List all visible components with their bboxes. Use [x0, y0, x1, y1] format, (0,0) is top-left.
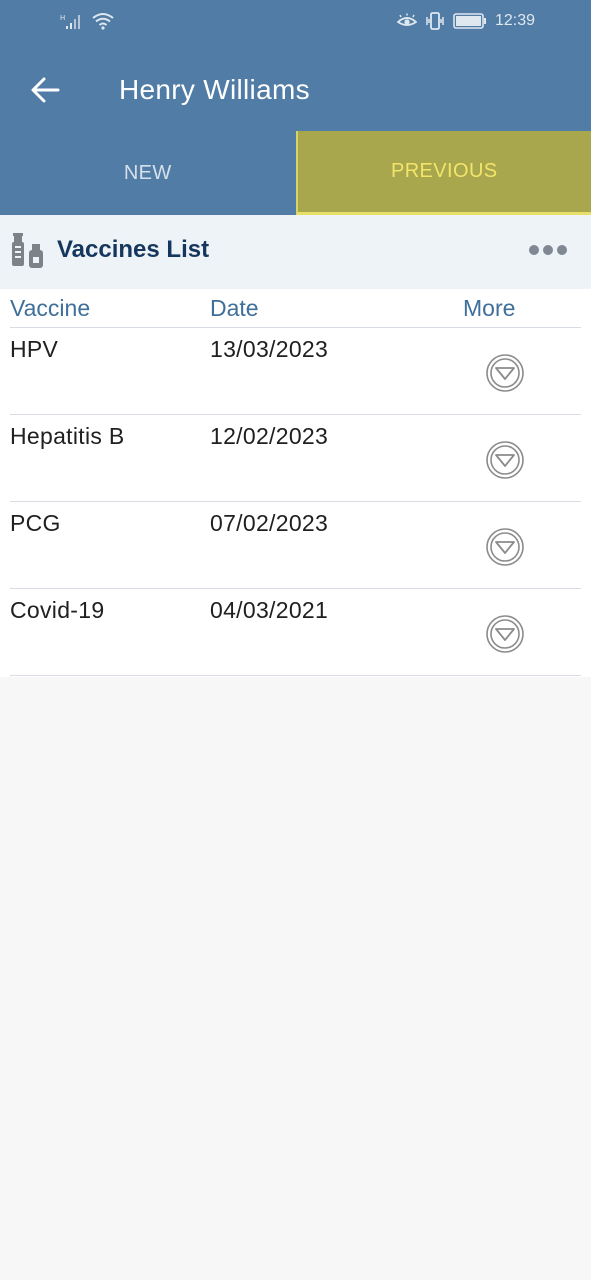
vaccine-name: PCG: [10, 510, 61, 536]
battery-icon: [453, 13, 486, 29]
more-options-icon[interactable]: [527, 240, 569, 260]
vaccine-name: Covid-19: [10, 597, 105, 623]
status-right: 12:39: [396, 12, 535, 30]
back-button[interactable]: [26, 70, 66, 110]
column-header-vaccine: Vaccine: [10, 295, 91, 321]
page-title: Henry Williams: [119, 74, 310, 105]
expand-down-icon[interactable]: [485, 440, 525, 480]
table-header: Vaccine Date More: [10, 289, 581, 328]
vaccine-date: 07/02/2023: [210, 510, 329, 536]
expand-down-icon[interactable]: [485, 614, 525, 654]
vibrate-icon: [426, 12, 444, 30]
vaccine-name: Hepatitis B: [10, 423, 125, 449]
tab-previous[interactable]: PREVIOUS: [295, 131, 591, 215]
vaccine-icon: [12, 233, 43, 268]
vaccines-list-header: Vaccines List: [0, 215, 591, 289]
vaccines-list: Vaccine Date More HPV 13/03/2023 Hepatit…: [0, 289, 591, 677]
vaccine-name: HPV: [10, 336, 59, 362]
table-row: Covid-19 04/03/2021: [10, 589, 581, 676]
column-header-more: More: [463, 295, 516, 321]
tab-new[interactable]: NEW: [0, 131, 296, 215]
tab-bar: NEW PREVIOUS: [0, 131, 591, 215]
table-row: HPV 13/03/2023: [10, 328, 581, 415]
table-row: Hepatitis B 12/02/2023: [10, 415, 581, 502]
expand-down-icon[interactable]: [485, 353, 525, 393]
signal-icon: H: [60, 14, 80, 29]
vaccines-list-title: Vaccines List: [57, 236, 210, 263]
vaccine-date: 12/02/2023: [210, 423, 329, 449]
svg-text:H: H: [60, 14, 65, 22]
status-left: H: [60, 12, 115, 30]
vaccine-date: 04/03/2021: [210, 597, 329, 623]
eye-icon: [396, 13, 417, 26]
vaccines-table: Vaccine Date More HPV 13/03/2023 Hepatit…: [10, 289, 581, 676]
status-bar: H 12:39: [0, 0, 591, 44]
wifi-icon: [92, 13, 114, 30]
expand-down-icon[interactable]: [485, 527, 525, 567]
back-arrow-icon: [31, 77, 60, 103]
status-time: 12:39: [494, 12, 535, 29]
column-header-date: Date: [210, 295, 259, 321]
app-bar: Henry Williams: [0, 44, 591, 131]
table-row: PCG 07/02/2023: [10, 502, 581, 589]
vaccine-date: 13/03/2023: [210, 336, 329, 362]
